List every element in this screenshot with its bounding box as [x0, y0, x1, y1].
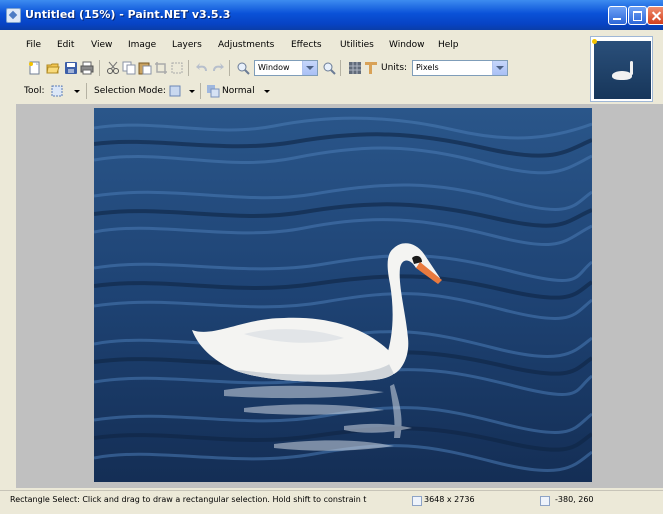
- main-toolbar: Window Units: Pixels: [0, 56, 590, 80]
- menu-image[interactable]: Image: [128, 40, 156, 50]
- deselect-icon[interactable]: [170, 61, 184, 75]
- undo-icon[interactable]: [195, 61, 209, 75]
- zoom-value: Window: [258, 63, 290, 72]
- menu-view[interactable]: View: [91, 40, 112, 50]
- minimize-button[interactable]: [608, 6, 627, 25]
- toolbar-separator: [99, 60, 100, 76]
- image-size-icon: [412, 496, 422, 506]
- toolbar-separator: [229, 60, 230, 76]
- menu-window[interactable]: Window: [389, 40, 425, 50]
- menu-utilities[interactable]: Utilities: [340, 40, 374, 50]
- redo-icon[interactable]: [211, 61, 225, 75]
- chevron-down-icon[interactable]: [492, 61, 507, 75]
- menu-edit[interactable]: Edit: [57, 40, 74, 50]
- units-value: Pixels: [416, 63, 439, 72]
- crop-icon[interactable]: [154, 61, 168, 75]
- toolbar-separator: [340, 60, 341, 76]
- paint-net-window: Untitled (15%) - Paint.NET v3.5.3 File E…: [0, 0, 663, 514]
- menu-file[interactable]: File: [26, 40, 41, 50]
- chevron-down-icon[interactable]: [74, 90, 80, 93]
- chevron-down-icon[interactable]: [264, 90, 270, 93]
- blend-mode-icon[interactable]: [206, 84, 220, 98]
- zoom-in-icon[interactable]: [322, 61, 336, 75]
- menu-layers[interactable]: Layers: [172, 40, 202, 50]
- status-message: Rectangle Select: Click and drag to draw…: [10, 495, 367, 504]
- tool-label: Tool:: [24, 86, 45, 96]
- save-icon[interactable]: [64, 61, 78, 75]
- units-label: Units:: [381, 63, 408, 73]
- menu-effects[interactable]: Effects: [291, 40, 322, 50]
- copy-icon[interactable]: [122, 61, 136, 75]
- thumbnail-swan: [612, 71, 632, 80]
- toolbar-separator: [188, 60, 189, 76]
- rectangle-select-icon[interactable]: [50, 84, 64, 98]
- selection-mode-icon[interactable]: [168, 84, 182, 98]
- thumbnail-image: [594, 41, 651, 99]
- selection-mode-label: Selection Mode:: [94, 86, 166, 96]
- status-cursor-position: -380, 260: [555, 495, 594, 504]
- open-folder-icon[interactable]: [46, 61, 60, 75]
- close-button[interactable]: [647, 6, 663, 25]
- tool-options-toolbar: Tool: Selection Mode: Normal: [0, 80, 590, 102]
- zoom-icon[interactable]: [236, 61, 250, 75]
- new-file-icon[interactable]: [28, 61, 42, 75]
- menu-bar: File Edit View Image Layers Adjustments …: [0, 38, 590, 54]
- cursor-position-icon: [540, 496, 550, 506]
- ruler-icon[interactable]: [364, 61, 378, 75]
- paint-net-app-icon[interactable]: [6, 8, 21, 23]
- menu-help[interactable]: Help: [438, 40, 459, 50]
- chevron-down-icon[interactable]: [189, 90, 195, 93]
- paste-icon[interactable]: [138, 61, 152, 75]
- toolbar-separator: [86, 83, 87, 99]
- grid-icon[interactable]: [348, 61, 362, 75]
- title-bar[interactable]: Untitled (15%) - Paint.NET v3.5.3: [0, 0, 663, 30]
- zoom-combo[interactable]: Window: [254, 60, 318, 76]
- window-title: Untitled (15%) - Paint.NET v3.5.3: [25, 8, 231, 21]
- chevron-down-icon[interactable]: [302, 61, 317, 75]
- units-combo[interactable]: Pixels: [412, 60, 508, 76]
- swan-photo: [94, 108, 592, 482]
- image-canvas[interactable]: [94, 108, 592, 482]
- maximize-button[interactable]: [628, 6, 647, 25]
- cut-icon[interactable]: [106, 61, 120, 75]
- status-image-size: 3648 x 2736: [424, 495, 475, 504]
- blend-mode-value[interactable]: Normal: [222, 86, 255, 96]
- status-bar: Rectangle Select: Click and drag to draw…: [0, 490, 663, 514]
- toolbar-separator: [200, 83, 201, 99]
- new-image-indicator-icon: [592, 39, 597, 44]
- image-thumbnail[interactable]: [590, 36, 653, 102]
- menu-adjustments[interactable]: Adjustments: [218, 40, 274, 50]
- print-icon[interactable]: [80, 61, 94, 75]
